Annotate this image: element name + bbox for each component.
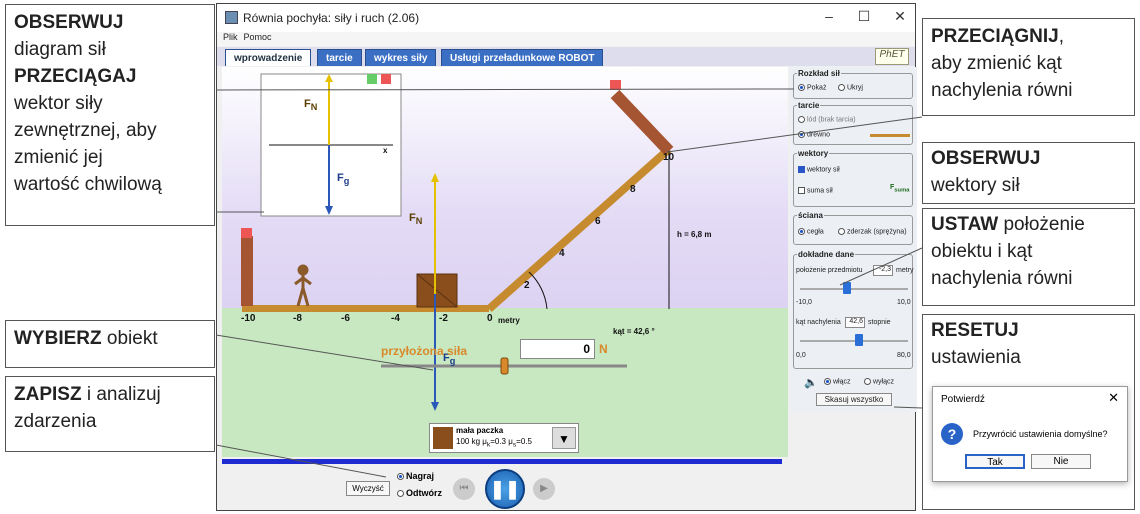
dialog-close-icon[interactable]: ✕ bbox=[1108, 390, 1119, 406]
callout-save: ZAPISZ i analizuj zdarzenia bbox=[5, 376, 215, 452]
dialog-title: Potwierdź bbox=[941, 394, 985, 405]
callout-pull: PRZECIĄGNIJ, aby zmienić kąt nachylenia … bbox=[922, 18, 1135, 116]
yes-button[interactable]: Tak bbox=[965, 454, 1025, 469]
line-fbd bbox=[215, 88, 795, 91]
callout-set: USTAW położenie obiektu i kąt nachylenia… bbox=[922, 208, 1135, 306]
line-pull bbox=[666, 116, 923, 153]
line-set bbox=[839, 247, 923, 286]
callout-choose: WYBIERZ obiekt bbox=[5, 320, 215, 368]
callout-observe-fbd: OBSERWUJ diagram sił PRZECIĄGAJ wektor s… bbox=[5, 4, 215, 226]
line-choose bbox=[215, 334, 434, 371]
no-button[interactable]: Nie bbox=[1031, 454, 1091, 469]
dialog-message: Przywrócić ustawienia domyślne? bbox=[973, 429, 1108, 439]
callout-observe-vectors: OBSERWUJ wektory sił bbox=[922, 142, 1135, 204]
question-icon: ? bbox=[941, 423, 963, 445]
line-save bbox=[215, 444, 387, 478]
confirm-dialog: Potwierdź ✕ ? Przywrócić ustawienia domy… bbox=[932, 386, 1128, 482]
line-reset bbox=[893, 406, 923, 409]
